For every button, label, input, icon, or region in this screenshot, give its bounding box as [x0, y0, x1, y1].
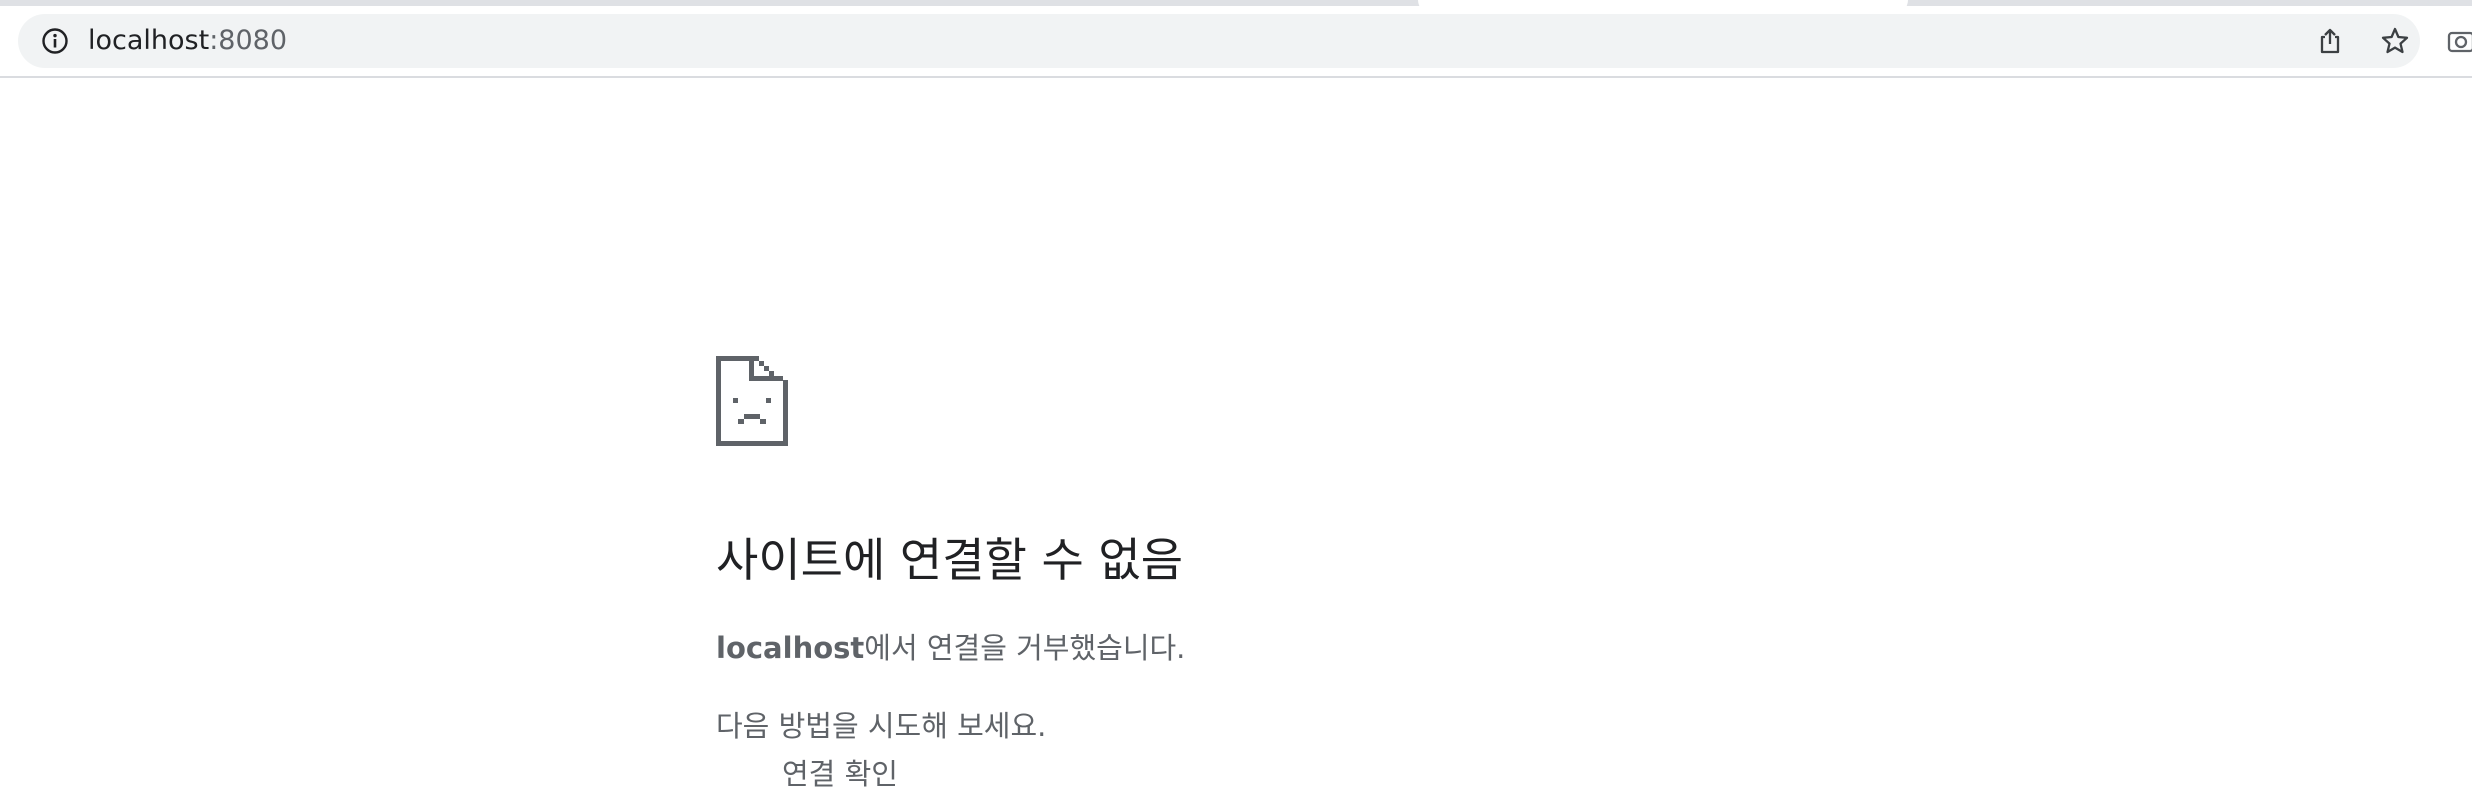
toolbar-divider — [0, 76, 2472, 78]
star-icon[interactable] — [2380, 26, 2410, 56]
error-host: localhost — [716, 631, 865, 665]
error-description-text: 에서 연결을 거부했습니다. — [864, 631, 1186, 665]
share-icon[interactable] — [2316, 27, 2344, 55]
error-description: localhost에서 연결을 거부했습니다. — [716, 628, 1185, 668]
url-text[interactable]: localhost:8080 — [88, 14, 287, 68]
url-host: localhost — [88, 25, 210, 56]
info-icon[interactable] — [40, 26, 70, 56]
suggestion-intro: 다음 방법을 시도해 보세요. — [716, 709, 1047, 743]
suggestion-item: 연결 확인 — [782, 757, 898, 791]
address-bar[interactable]: localhost:8080 — [18, 14, 2420, 68]
error-headline: 사이트에 연결할 수 없음 — [716, 533, 1184, 587]
camera-icon[interactable] — [2446, 26, 2472, 56]
browser-toolbar: localhost:8080 — [0, 6, 2472, 76]
url-port: :8080 — [209, 25, 288, 56]
sad-page-icon — [716, 356, 788, 446]
